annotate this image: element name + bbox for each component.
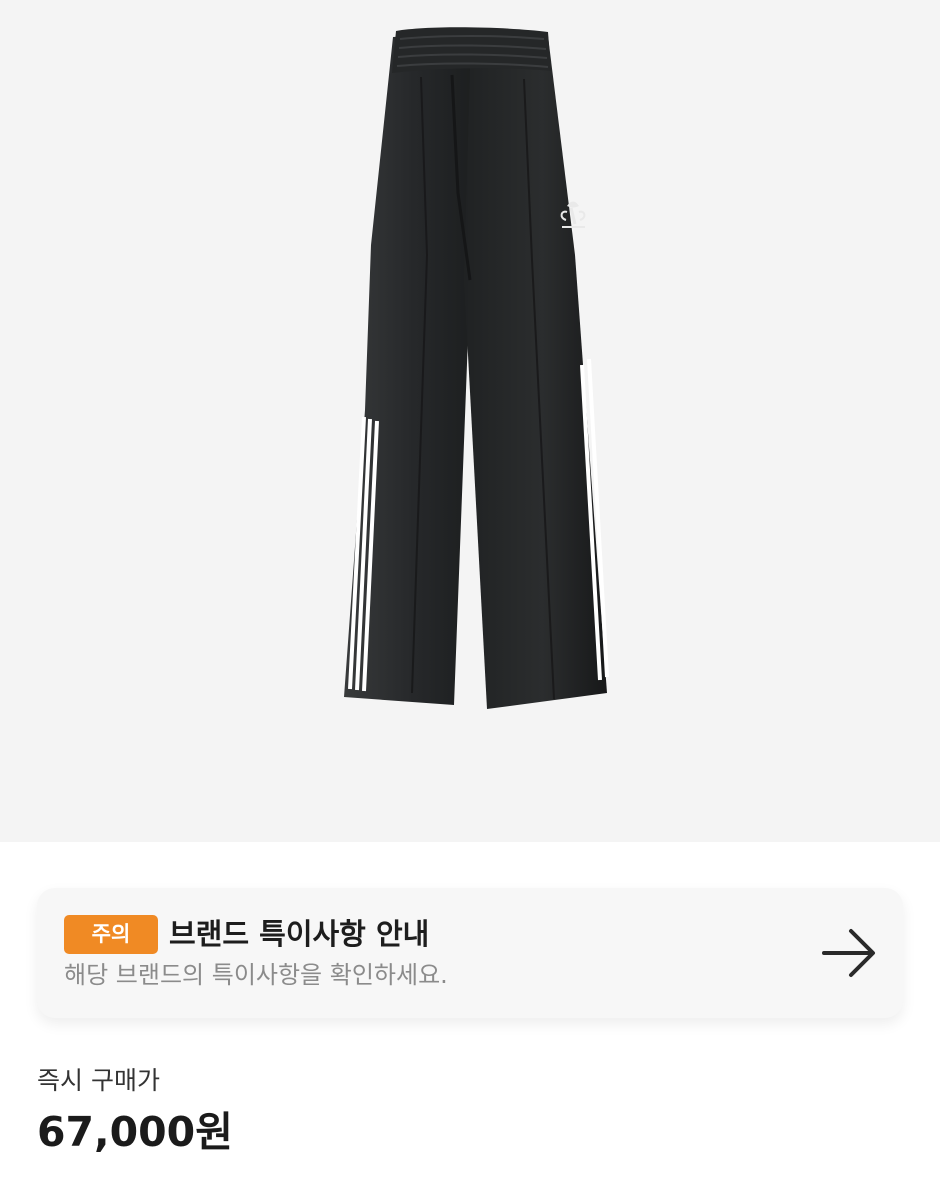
brand-notice-card[interactable]: 주의 브랜드 특이사항 안내 해당 브랜드의 특이사항을 확인하세요. bbox=[37, 888, 903, 1018]
brand-notice-title: 브랜드 특이사항 안내 bbox=[169, 917, 430, 951]
black-track-pants-image bbox=[344, 27, 609, 709]
caution-badge: 주의 bbox=[64, 915, 158, 954]
arrow-right-icon[interactable] bbox=[822, 928, 876, 978]
product-image-area[interactable] bbox=[0, 0, 940, 842]
brand-notice-subtitle: 해당 브랜드의 특이사항을 확인하세요. bbox=[64, 961, 448, 989]
pants-right-leg bbox=[464, 33, 607, 709]
instant-purchase-price: 67,000원 bbox=[37, 1108, 233, 1156]
product-detail-screen: 주의 브랜드 특이사항 안내 해당 브랜드의 특이사항을 확인하세요. 즉시 구… bbox=[0, 0, 940, 1200]
instant-purchase-label: 즉시 구매가 bbox=[37, 1066, 160, 1095]
